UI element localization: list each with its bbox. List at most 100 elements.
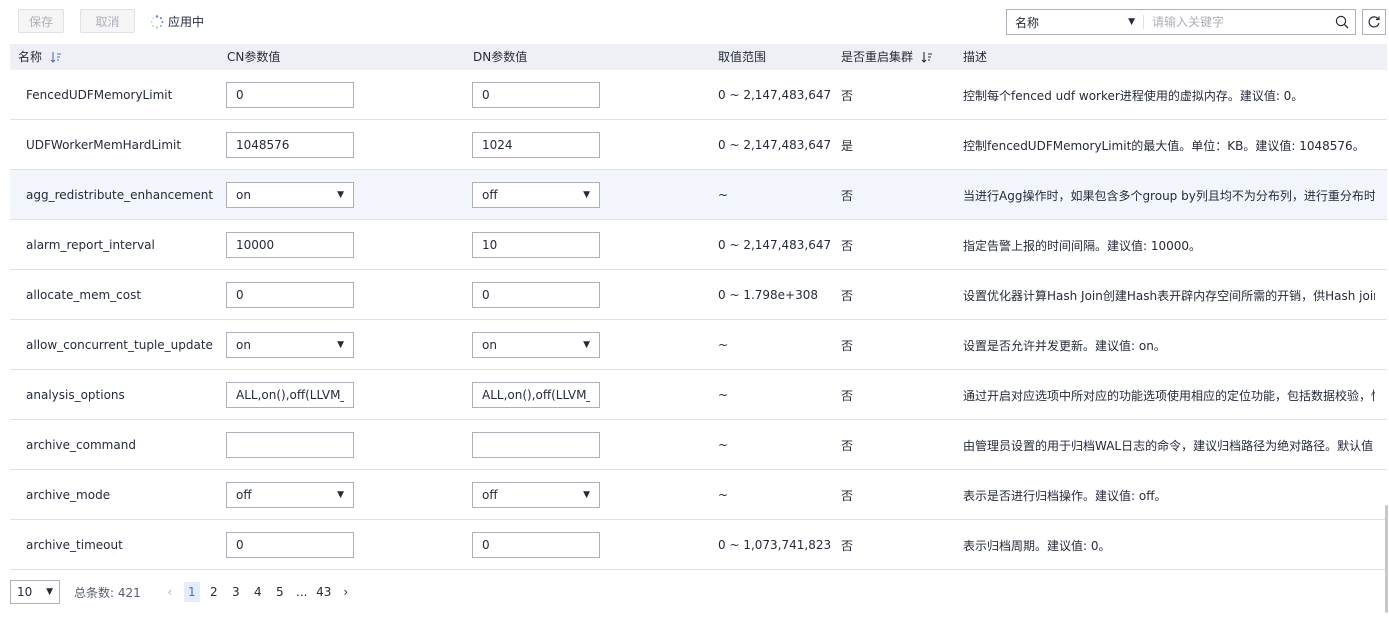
search-field-select[interactable]: 名称 ▼ [1007, 14, 1143, 31]
table-row[interactable]: FencedUDFMemoryLimit 0 ~ 2,147,483,647 否 控制… [10, 70, 1387, 120]
column-header-name[interactable]: 名称 [18, 44, 62, 70]
search-box: 名称 ▼ [1006, 9, 1356, 35]
sort-icon[interactable] [50, 51, 62, 63]
value-range: ~ [718, 338, 729, 352]
dn-value-input[interactable] [472, 382, 600, 408]
refresh-button[interactable] [1362, 9, 1386, 35]
dn-value-input[interactable] [472, 82, 600, 108]
restart-required: 否 [841, 238, 854, 253]
param-description: 由管理员设置的用于归档WAL日志的命令，建议归档路径为绝对路径。默认值：不设置。 [963, 438, 1375, 453]
chevron-left-icon[interactable]: ‹ [162, 582, 178, 602]
param-name: allow_concurrent_tuple_update [26, 338, 213, 352]
table-row[interactable]: allow_concurrent_tuple_update on ▼ on ▼ ~ 否 设置是… [10, 320, 1387, 370]
pagination: 10 ▼ 总条数: 421 ‹ 1 2 3 4 5... 43 › [10, 580, 357, 604]
param-description: 通过开启对应选项中所对应的功能选项使用相应的定位功能，包括数据校验，性能统计等.… [963, 388, 1375, 403]
restart-required: 否 [841, 388, 854, 403]
table-row[interactable]: allocate_mem_cost 0 ~ 1.798e+308 否 设置优化器计算H… [10, 270, 1387, 320]
page-ellipsis[interactable]: ... [294, 582, 310, 602]
param-name: agg_redistribute_enhancement [26, 188, 214, 202]
column-header-restart[interactable]: 是否重启集群 [841, 44, 933, 70]
cn-value-text: on [236, 188, 251, 202]
value-range: 0 ~ 1,073,741,823 [718, 538, 832, 552]
param-description: 指定告警上报的时间间隔。建议值: 10000。 [963, 238, 1202, 253]
restart-required: 否 [841, 88, 854, 103]
param-name: allocate_mem_cost [26, 288, 142, 302]
cn-value-input[interactable] [226, 82, 354, 108]
restart-required: 是 [841, 138, 854, 153]
param-description: 设置优化器计算Hash Join创建Hash表开辟内存空间所需的开销，供Hash… [963, 288, 1375, 303]
dn-value-input[interactable] [472, 232, 600, 258]
page-size-select[interactable]: 10 ▼ [10, 580, 60, 604]
table-row[interactable]: agg_redistribute_enhancement on ▼ off ▼ ~ 否 当进行… [10, 170, 1387, 220]
param-name: alarm_report_interval [26, 238, 155, 252]
dn-value-select[interactable]: on ▼ [472, 332, 600, 358]
value-range: 0 ~ 2,147,483,647 [718, 88, 832, 102]
value-range: 0 ~ 2,147,483,647 [718, 238, 832, 252]
restart-required: 否 [841, 288, 854, 303]
param-name: archive_timeout [26, 538, 123, 552]
cancel-button[interactable]: 取消 [80, 9, 135, 33]
search-icon[interactable] [1329, 15, 1355, 29]
value-range: 0 ~ 2,147,483,647 [718, 138, 832, 152]
caret-down-icon: ▼ [583, 190, 590, 200]
save-button[interactable]: 保存 [18, 9, 64, 33]
table-row[interactable]: UDFWorkerMemHardLimit 0 ~ 2,147,483,647 是 控… [10, 120, 1387, 170]
table-row[interactable]: alarm_report_interval 0 ~ 2,147,483,647 否 指… [10, 220, 1387, 270]
table-row[interactable]: archive_timeout 0 ~ 1,073,741,823 否 表示归档周期。… [10, 520, 1387, 570]
cn-value-input[interactable] [226, 532, 354, 558]
cn-value-input[interactable] [226, 132, 354, 158]
table-header: 名称 CN参数值 DN参数值 取值范围 是否重启集群 描述 [10, 44, 1387, 70]
cn-value-input[interactable] [226, 432, 354, 458]
scrollbar[interactable] [1385, 505, 1388, 613]
restart-required: 否 [841, 488, 854, 503]
value-range: ~ [718, 488, 729, 502]
cn-value-select[interactable]: on ▼ [226, 332, 354, 358]
page-number[interactable]: 2 [206, 582, 222, 602]
page-number[interactable]: 43 [316, 582, 332, 602]
param-name: archive_command [26, 438, 136, 452]
restart-required: 否 [841, 188, 854, 203]
param-name: FencedUDFMemoryLimit [26, 88, 173, 102]
refresh-icon [1368, 16, 1380, 28]
loading-spinner-icon [150, 14, 164, 28]
dn-value-input[interactable] [472, 132, 600, 158]
toolbar: 保存 取消 应用中 名称 ▼ [0, 0, 1389, 44]
param-name: archive_mode [26, 488, 111, 502]
cn-value-input[interactable] [226, 382, 354, 408]
cn-value-text: on [236, 338, 251, 352]
page-number[interactable]: 4 [250, 582, 266, 602]
cn-value-input[interactable] [226, 282, 354, 308]
page-number[interactable]: 5 [272, 582, 288, 602]
table-row[interactable]: analysis_options ~ 否 通过开启对应选项中所对应的功能选项使用相应的… [10, 370, 1387, 420]
search-input[interactable] [1144, 15, 1329, 29]
page-number[interactable]: 1 [183, 582, 200, 602]
dn-value-select[interactable]: off ▼ [472, 482, 600, 508]
dn-value-text: off [482, 188, 498, 202]
table-row[interactable]: archive_command ~ 否 由管理员设置的用于归档WAL日志的命令，建议归… [10, 420, 1387, 470]
dn-value-input[interactable] [472, 432, 600, 458]
param-description: 控制fencedUDFMemoryLimit的最大值。单位：KB。建议值: 10… [963, 138, 1365, 153]
table-row[interactable]: archive_mode off ▼ off ▼ ~ 否 表示是否进行归档操作。建议值: of… [10, 470, 1387, 520]
cn-value-input[interactable] [226, 232, 354, 258]
dn-value-input[interactable] [472, 532, 600, 558]
param-name: UDFWorkerMemHardLimit [26, 138, 182, 152]
caret-down-icon: ▼ [337, 490, 344, 500]
restart-required: 否 [841, 538, 854, 553]
chevron-right-icon[interactable]: › [338, 582, 354, 602]
caret-down-icon: ▼ [1128, 17, 1135, 27]
column-header-cn: CN参数值 [227, 50, 281, 64]
caret-down-icon: ▼ [46, 587, 53, 597]
search-field-value: 名称 [1015, 15, 1040, 30]
param-description: 表示归档周期。建议值: 0。 [963, 538, 1111, 553]
sort-icon[interactable] [921, 51, 933, 63]
applying-status: 应用中 [150, 13, 204, 30]
cn-value-select[interactable]: off ▼ [226, 482, 354, 508]
column-header-dn: DN参数值 [473, 50, 528, 64]
cn-value-select[interactable]: on ▼ [226, 182, 354, 208]
page-number[interactable]: 3 [228, 582, 244, 602]
value-range: ~ [718, 188, 729, 202]
dn-value-select[interactable]: off ▼ [472, 182, 600, 208]
dn-value-input[interactable] [472, 282, 600, 308]
caret-down-icon: ▼ [583, 340, 590, 350]
dn-value-text: on [482, 338, 497, 352]
